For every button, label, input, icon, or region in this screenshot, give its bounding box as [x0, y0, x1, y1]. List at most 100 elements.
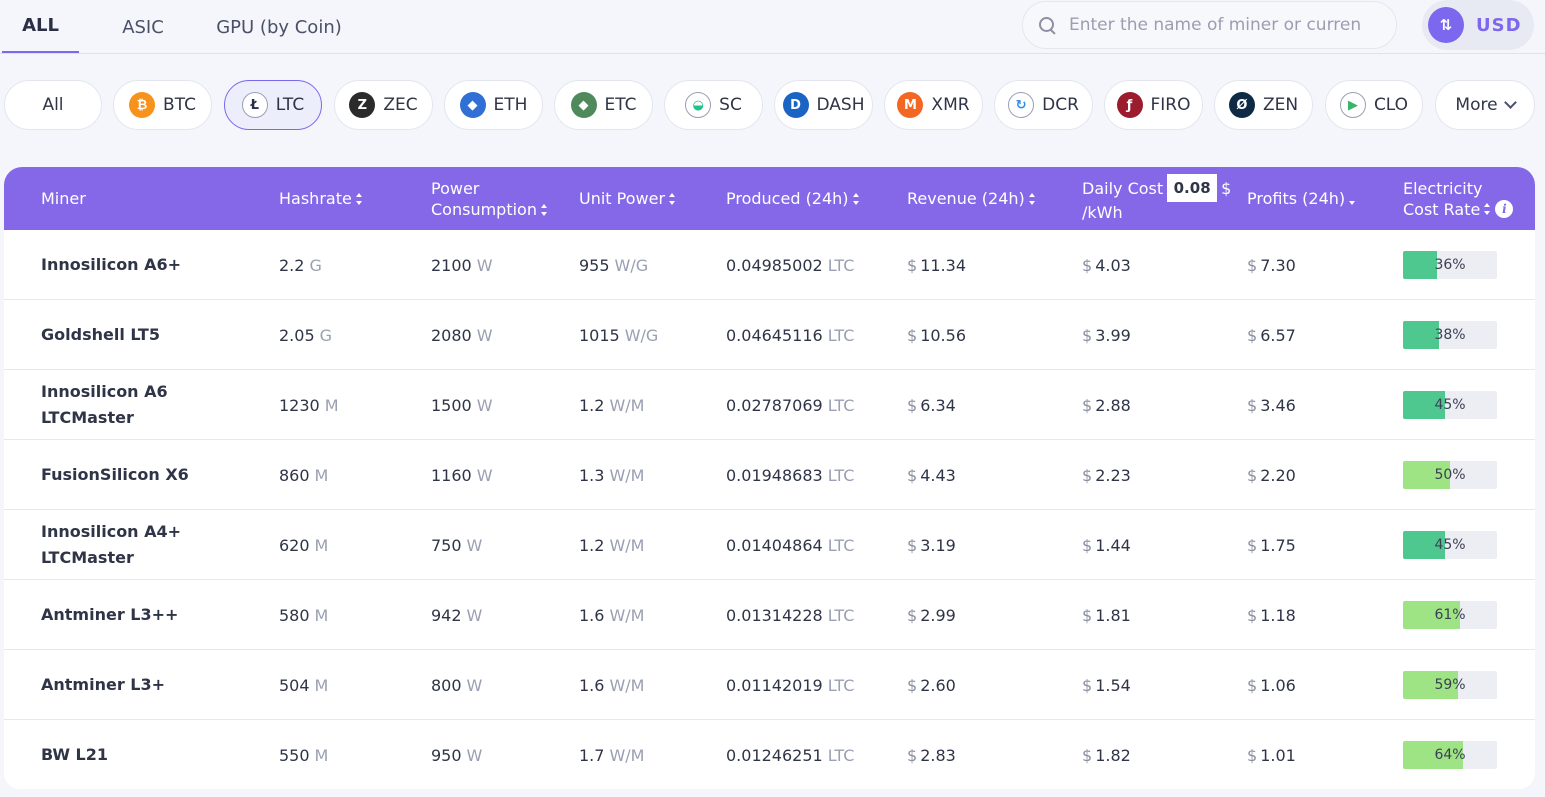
coin-filter-label: LTC: [275, 95, 305, 115]
power-cell-unit: W: [466, 745, 483, 765]
unit-power-cell: 955 W/G: [579, 230, 648, 300]
daily-cost-cell: $ 2.23: [1082, 440, 1131, 510]
miner-name[interactable]: Goldshell LT5: [41, 322, 261, 348]
header-electricity-label: Electricity: [1403, 178, 1483, 198]
monero-icon: M: [897, 92, 924, 118]
miner-name[interactable]: Antminer L3+: [41, 672, 261, 698]
header-hashrate[interactable]: Hashrate: [279, 167, 363, 230]
produced-cell-unit: LTC: [827, 745, 855, 765]
currency-switch-button[interactable]: ⇅ USD: [1422, 0, 1534, 50]
table-row[interactable]: Goldshell LT5 2.05 G 2080 W 1015 W/G 0.0…: [4, 300, 1535, 370]
hashrate-cell-value: 2.05: [279, 325, 315, 345]
info-icon[interactable]: i: [1495, 200, 1514, 218]
cost-rate-label: 45%: [1434, 397, 1466, 413]
header-revenue[interactable]: Revenue (24h): [907, 167, 1036, 230]
miner-name[interactable]: BW L21: [41, 742, 261, 768]
unit-power-cell: 1.7 W/M: [579, 720, 644, 789]
miner-name-cell[interactable]: Antminer L3+: [41, 650, 261, 720]
table-row[interactable]: Innosilicon A4+ LTCMaster 620 M 750 W 1.…: [4, 510, 1535, 580]
produced-cell-value: 0.02787069: [726, 395, 823, 415]
miner-name-cell[interactable]: BW L21: [41, 720, 261, 789]
miner-name[interactable]: FusionSilicon X6: [41, 462, 261, 488]
produced-cell-unit: LTC: [827, 465, 855, 485]
currency-symbol: $: [907, 255, 918, 275]
coin-filter-zen[interactable]: Ø ZEN: [1214, 80, 1313, 130]
miner-name-cell[interactable]: FusionSilicon X6: [41, 440, 261, 510]
miner-name[interactable]: Innosilicon A6 LTCMaster: [41, 379, 261, 431]
miner-name-cell[interactable]: Innosilicon A6+: [41, 230, 261, 300]
miner-name[interactable]: Innosilicon A6+: [41, 252, 261, 278]
header-produced[interactable]: Produced (24h): [726, 167, 860, 230]
table-row[interactable]: Antminer L3++ 580 M 942 W 1.6 W/M 0.0131…: [4, 580, 1535, 650]
coin-filter-label: ZEC: [383, 95, 418, 115]
tab-gpu-by-coin[interactable]: GPU (by Coin): [207, 0, 351, 54]
miner-name[interactable]: Antminer L3++: [41, 602, 261, 628]
power-cell-unit: W: [466, 675, 483, 695]
table-row[interactable]: FusionSilicon X6 860 M 1160 W 1.3 W/M 0.…: [4, 440, 1535, 510]
miner-name-cell[interactable]: Innosilicon A6 LTCMaster: [41, 370, 261, 440]
coin-filter-btc[interactable]: ₿ BTC: [113, 80, 212, 130]
table-row[interactable]: Innosilicon A6 LTCMaster 1230 M 1500 W 1…: [4, 370, 1535, 440]
coin-filter-eth[interactable]: ◆ ETH: [444, 80, 543, 130]
header-power-consumption[interactable]: Power Consumption: [431, 167, 548, 230]
unit-power-cell: 1.2 W/M: [579, 370, 644, 440]
coin-filter-firo[interactable]: ƒ FIRO: [1104, 80, 1203, 130]
unit-power-cell-value: 1.6: [579, 605, 605, 625]
coin-filter-xmr[interactable]: M XMR: [884, 80, 983, 130]
hashrate-cell-unit: M: [314, 675, 329, 695]
cost-rate-cell: 50%: [1403, 440, 1497, 510]
coin-filter-sc[interactable]: ◒ SC: [664, 80, 763, 130]
power-cell-value: 942: [431, 605, 462, 625]
coin-filter-dash[interactable]: D DASH: [774, 80, 873, 130]
coin-filter-dcr[interactable]: ↻ DCR: [994, 80, 1093, 130]
table-row[interactable]: BW L21 550 M 950 W 1.7 W/M 0.01246251 LT…: [4, 720, 1535, 789]
search-input[interactable]: [1069, 15, 1369, 35]
coin-filter-all[interactable]: All: [4, 80, 102, 130]
coin-filter-ltc[interactable]: Ł LTC: [224, 80, 322, 130]
currency-symbol: $: [907, 675, 918, 695]
produced-cell-unit: LTC: [827, 675, 855, 695]
table-row[interactable]: Antminer L3+ 504 M 800 W 1.6 W/M 0.01142…: [4, 650, 1535, 720]
miner-name-cell[interactable]: Innosilicon A4+ LTCMaster: [41, 510, 261, 580]
daily-cost-cell-value: 3.99: [1095, 325, 1131, 345]
ethereum-classic-icon: ◆: [570, 92, 597, 118]
tab-all[interactable]: ALL: [2, 0, 79, 54]
miner-name-cell[interactable]: Goldshell LT5: [41, 300, 261, 370]
currency-symbol: $: [907, 745, 918, 765]
tab-asic[interactable]: ASIC: [79, 0, 207, 54]
coin-filter-label: BTC: [163, 95, 196, 115]
header-consumption-label: Consumption: [431, 199, 537, 219]
produced-cell-value: 0.01142019: [726, 675, 823, 695]
coin-filter-zec[interactable]: Z ZEC: [334, 80, 433, 130]
produced-cell-value: 0.04645116: [726, 325, 823, 345]
power-cell-value: 950: [431, 745, 462, 765]
power-cell-value: 750: [431, 535, 462, 555]
hashrate-cell: 2.2 G: [279, 230, 322, 300]
unit-power-cell-unit: W/M: [609, 465, 645, 485]
produced-cell-unit: LTC: [827, 535, 855, 555]
cost-rate-bar: 50%: [1403, 461, 1497, 489]
coin-filter-clo[interactable]: ▶ CLO: [1325, 80, 1423, 130]
power-cell: 1160 W: [431, 440, 493, 510]
power-cell-unit: W: [466, 535, 483, 555]
profit-cell-value: 1.18: [1260, 605, 1296, 625]
header-profits[interactable]: Profits (24h): [1247, 167, 1356, 230]
sort-icon: [1484, 203, 1491, 215]
coin-filter-more[interactable]: More: [1435, 80, 1535, 130]
bitcoin-icon: ₿: [129, 92, 156, 118]
miner-name[interactable]: Innosilicon A4+ LTCMaster: [41, 519, 261, 571]
hashrate-cell: 2.05 G: [279, 300, 332, 370]
cost-rate-cell: 59%: [1403, 650, 1497, 720]
coin-filter-label: SC: [719, 95, 742, 115]
miner-name-cell[interactable]: Antminer L3++: [41, 580, 261, 650]
dash-icon: D: [782, 92, 809, 118]
profit-cell-value: 3.46: [1260, 395, 1296, 415]
electricity-cost-input[interactable]: 0.08: [1167, 174, 1218, 202]
header-electricity-cost-rate[interactable]: Electricity Cost Rate i: [1403, 167, 1514, 230]
table-row[interactable]: Innosilicon A6+ 2.2 G 2100 W 955 W/G 0.0…: [4, 230, 1535, 300]
profit-cell: $ 1.75: [1247, 510, 1296, 580]
coin-filter-etc[interactable]: ◆ ETC: [554, 80, 653, 130]
power-cell: 2080 W: [431, 300, 493, 370]
daily-cost-cell-value: 1.81: [1095, 605, 1131, 625]
header-unit-power[interactable]: Unit Power: [579, 167, 676, 230]
